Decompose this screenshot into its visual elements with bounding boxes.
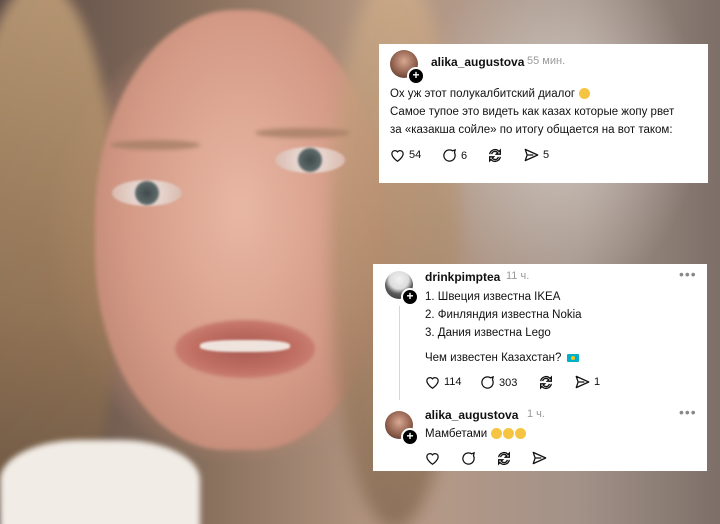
photo-shirt (0, 440, 200, 524)
photo-brow-right (255, 128, 350, 138)
comment-bubble-icon (481, 375, 494, 389)
photo-brow-left (110, 140, 200, 150)
like-count: 54 (409, 149, 422, 161)
comment-count: 6 (461, 149, 468, 162)
post-text-line-3: 3. Дания известна Lego (425, 327, 551, 339)
heart-icon (391, 150, 404, 162)
reply-like-button[interactable] (425, 451, 440, 465)
share-button[interactable]: 5 (524, 148, 549, 162)
timestamp: 55 мин. (527, 55, 566, 67)
heart-icon (426, 453, 439, 465)
post-text-line-3: за «казакша сойле» по итогу общается на … (390, 124, 673, 136)
post-text-line-2: Самое тупое это видеть как казах которые… (390, 106, 675, 118)
comment-button[interactable]: 303 (480, 375, 517, 390)
like-count: 114 (444, 376, 462, 388)
reply-timestamp: 1 ч. (527, 408, 545, 420)
username[interactable]: alika_augustova (431, 55, 524, 69)
avatar[interactable]: + (385, 271, 419, 306)
more-options-icon[interactable]: ••• (679, 266, 697, 282)
username[interactable]: drinkpimptea (425, 270, 500, 284)
comment-count: 303 (499, 376, 518, 389)
kazakhstan-flag-icon (566, 353, 579, 362)
follow-plus-icon[interactable]: + (407, 67, 425, 85)
post-question: Чем известен Казахстан? (425, 349, 579, 367)
avatar[interactable]: + (390, 50, 425, 85)
photo-eye-right (275, 147, 345, 173)
repost-icon (498, 451, 510, 466)
comment-bubble-icon (462, 451, 475, 465)
emoji-icon (515, 428, 527, 440)
send-icon (575, 375, 590, 389)
post-card-2: + drinkpimptea 11 ч. ••• 1. Швеция извес… (373, 264, 707, 471)
thread-line (399, 306, 400, 400)
send-icon (532, 451, 547, 465)
post-text-line-1: Ох уж этот полукалбитский диалог (390, 85, 591, 103)
laughing-emoji-icon (579, 88, 591, 100)
comment-bubble-icon (443, 148, 456, 162)
repost-button[interactable] (538, 375, 554, 390)
share-count: 5 (543, 149, 550, 161)
like-button[interactable]: 114 (425, 375, 462, 389)
comment-button[interactable]: 6 (442, 148, 467, 163)
photo-eye-left (112, 180, 182, 206)
timestamp: 11 ч. (506, 270, 530, 282)
emoji-icon (503, 428, 515, 440)
share-button[interactable]: 1 (575, 375, 600, 389)
post-text-line-2: 2. Финляндия известна Nokia (425, 309, 582, 321)
reply-more-options-icon[interactable]: ••• (679, 404, 697, 420)
reply-username[interactable]: alika_augustova (425, 408, 518, 422)
follow-plus-icon[interactable]: + (401, 428, 419, 446)
post-text-line-1: 1. Швеция известна IKEA (425, 291, 561, 303)
reply-share-button[interactable] (532, 451, 547, 465)
repost-button[interactable] (487, 148, 503, 163)
reply-repost-button[interactable] (496, 451, 512, 466)
repost-icon (489, 148, 501, 163)
send-icon (524, 148, 539, 162)
post-card-1: + alika_augustova 55 мин. Ох уж этот пол… (379, 44, 708, 183)
share-count: 1 (594, 376, 601, 388)
reply-avatar[interactable]: + (385, 411, 419, 446)
like-button[interactable]: 54 (390, 148, 421, 162)
reply-comment-button[interactable] (461, 451, 476, 466)
heart-icon (426, 377, 439, 389)
follow-plus-icon[interactable]: + (401, 288, 419, 306)
photo-teeth (200, 340, 290, 352)
emoji-icon (491, 428, 503, 440)
repost-icon (540, 375, 552, 390)
reply-text: Мамбетами (425, 425, 527, 443)
